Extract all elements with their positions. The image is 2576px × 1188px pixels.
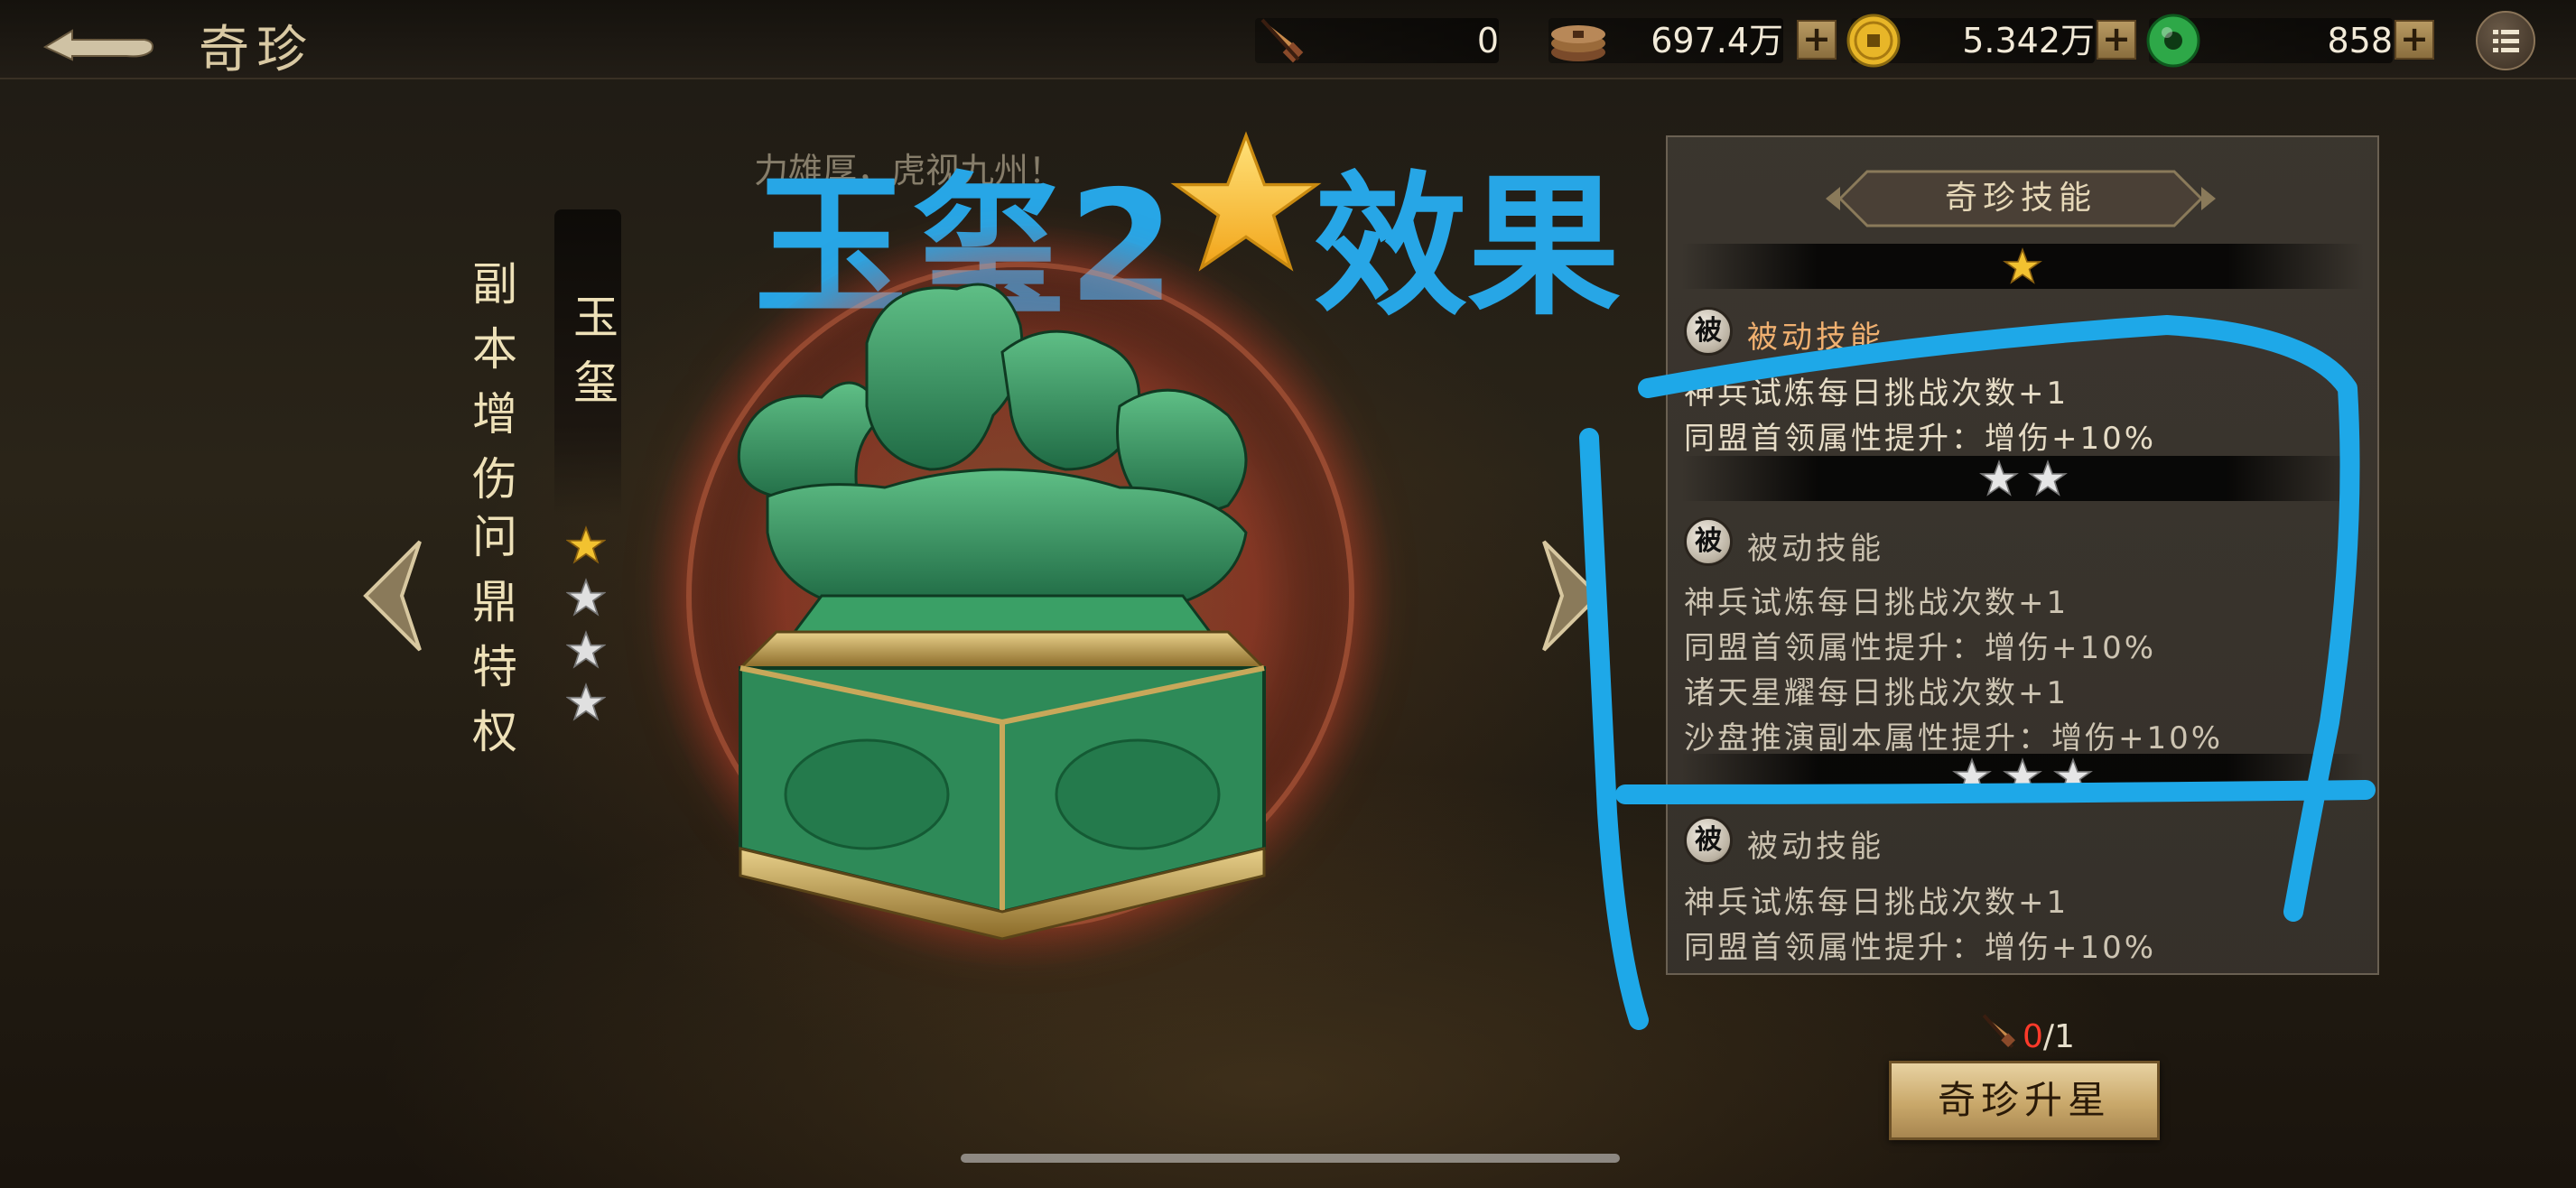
next-treasure-arrow[interactable] [1535, 524, 1607, 668]
gold-plus-button[interactable]: + [2097, 20, 2136, 60]
tier-3-star-bar [1681, 754, 2364, 799]
skill-tier-2-title: 被动技能 [1747, 531, 1884, 567]
token-icon [1255, 14, 1306, 67]
passive-skill-badge-icon: 被 [1684, 816, 1733, 865]
level-star-icon [565, 525, 607, 565]
home-indicator [961, 1154, 1620, 1163]
gold-ingot-icon [1846, 13, 1902, 69]
coins-value: 697.4万 [1651, 21, 1783, 60]
annotation-headline-suffix: 效果 [1314, 158, 1622, 337]
tier-1-star-bar [1681, 244, 2364, 289]
tier-star-icon [1952, 757, 1992, 794]
tier-2-star-bar [1681, 456, 2364, 501]
back-button[interactable] [36, 14, 163, 67]
passive-skill-badge-icon: 被 [1684, 517, 1733, 566]
upgrade-star-button[interactable]: 奇珍升星 [1889, 1061, 2160, 1140]
tier-star-icon [1979, 459, 2019, 497]
tier-star-icon [2003, 247, 2042, 284]
chevron-left-icon [363, 540, 422, 652]
skill-tier-2-line-3: 诸天星耀每日挑战次数+1 [1684, 675, 2069, 711]
prev-treasure-arrow[interactable] [357, 524, 429, 668]
chevron-right-icon [1542, 540, 1601, 652]
treasure-name: 玉玺 [566, 293, 618, 423]
skill-tier-1-line-2: 同盟首领属性提升：增伤+10% [1684, 421, 2157, 457]
panel-header-title: 奇珍技能 [1944, 180, 2097, 217]
jade-plus-button[interactable]: + [2395, 20, 2434, 60]
skill-tier-3-line-2: 同盟首领属性提升：增伤+10% [1684, 930, 2157, 966]
gold-value: 5.342万 [1962, 21, 2095, 60]
cost-required: /1 [2042, 1018, 2075, 1055]
jade-icon [2145, 13, 2201, 69]
tier-star-icon [2028, 459, 2068, 497]
page-title: 奇珍 [199, 21, 314, 79]
tier-star-icon [2053, 757, 2093, 794]
coins-icon [1546, 16, 1611, 65]
skill-tier-3-line-1: 神兵试炼每日挑战次数+1 [1684, 885, 2069, 921]
cost-owned: 0 [2023, 1018, 2043, 1055]
headline-star-icon [1169, 126, 1323, 280]
level-star-icon [565, 630, 607, 670]
token-value: 0 [1476, 21, 1499, 60]
skill-tier-1-title: 被动技能 [1747, 320, 1884, 356]
jade-value: 858 [2327, 21, 2393, 60]
tier-star-icon [2003, 757, 2042, 794]
skill-tier-2-line-4: 沙盘推演副本属性提升：增伤+10% [1684, 720, 2224, 756]
effect-text-dungeon-damage: 副本增伤 [465, 260, 517, 520]
skill-tier-2-line-2: 同盟首领属性提升：增伤+10% [1684, 630, 2157, 666]
jade-seal-image [704, 262, 1300, 966]
list-icon [2493, 30, 2519, 52]
back-arrow-icon [42, 29, 153, 61]
skill-tier-3-title: 被动技能 [1747, 829, 1884, 865]
menu-button[interactable] [2476, 11, 2535, 70]
skill-tier-2-line-1: 神兵试炼每日挑战次数+1 [1684, 585, 2069, 621]
effect-text-wending-privilege: 问鼎特权 [465, 513, 517, 773]
token-icon [1977, 1011, 2019, 1053]
passive-skill-badge-icon: 被 [1684, 307, 1733, 356]
level-star-icon [565, 682, 607, 722]
level-star-icon [565, 578, 607, 617]
skill-tier-1-line-1: 神兵试炼每日挑战次数+1 [1684, 376, 2069, 412]
upgrade-cost: 0/1 [2023, 1018, 2075, 1055]
coins-plus-button[interactable]: + [1797, 20, 1837, 60]
